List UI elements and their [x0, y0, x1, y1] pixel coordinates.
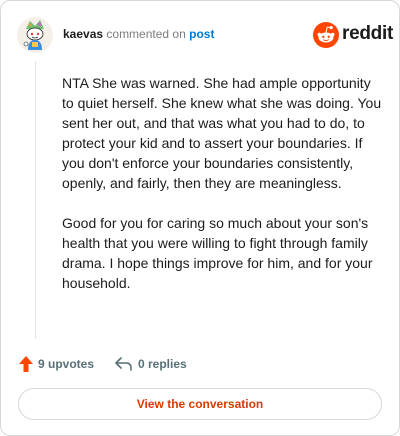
- upvote-button[interactable]: 9 upvotes: [19, 353, 94, 375]
- thread-line: [35, 61, 36, 339]
- comment-actions: 9 upvotes 0 replies: [17, 353, 377, 375]
- user-avatar[interactable]: [17, 17, 53, 53]
- reddit-snoo-icon: [313, 22, 339, 48]
- comment-header: kaevas commented on post reddit: [17, 17, 393, 53]
- replies-button[interactable]: 0 replies: [115, 353, 187, 375]
- username-link[interactable]: kaevas: [63, 27, 103, 41]
- upvotes-count: 9 upvotes: [38, 357, 95, 371]
- view-conversation-button[interactable]: View the conversation: [18, 388, 382, 420]
- comment-body: NTA She was warned. She had ample opport…: [62, 73, 382, 313]
- reddit-logo[interactable]: reddit: [313, 21, 393, 49]
- replies-count: 0 replies: [138, 357, 187, 371]
- reply-arrow-icon: [115, 357, 132, 371]
- post-link[interactable]: post: [189, 27, 214, 41]
- comment-paragraph: Good for you for caring so much about yo…: [62, 215, 373, 291]
- snoo-avatar-icon: [17, 17, 53, 53]
- upvote-arrow-icon: [19, 356, 33, 372]
- reddit-wordmark: reddit: [342, 23, 393, 44]
- comment-paragraph: NTA She was warned. She had ample opport…: [62, 75, 382, 191]
- comment-card: kaevas commented on post reddit NTA She …: [0, 0, 400, 436]
- commented-on-text: commented on: [106, 27, 186, 41]
- comment-byline: kaevas commented on post: [63, 27, 214, 41]
